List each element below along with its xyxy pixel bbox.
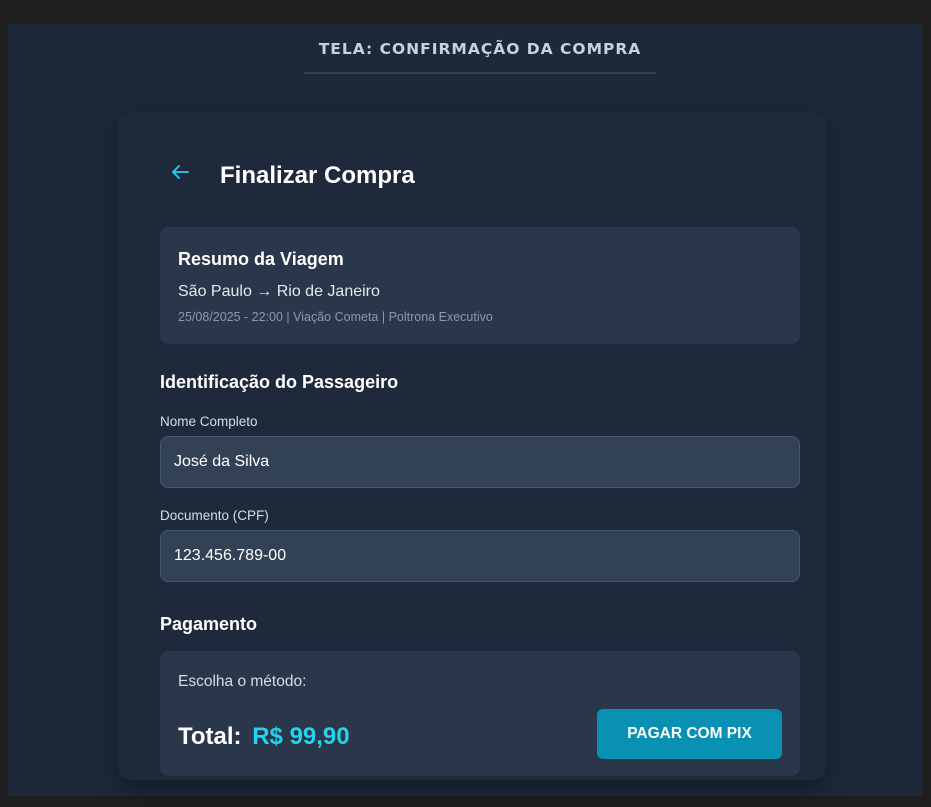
trip-summary-panel: Resumo da Viagem São Paulo → Rio de Jane… [160,227,800,344]
pay-with-pix-button[interactable]: PAGAR COM PIX [597,709,782,759]
payment-section-title: Pagamento [160,614,258,634]
arrow-left-icon[interactable] [168,160,192,184]
screen-title: TELA: CONFIRMAÇÃO DA COMPRA [304,38,656,74]
screen-frame: TELA: CONFIRMAÇÃO DA COMPRA Finalizar Co… [8,24,922,796]
document-label: Documento (CPF) [160,508,269,523]
total: Total: R$ 99,90 [178,723,350,751]
payment-method-label: Escolha o método: [178,673,307,690]
document-field[interactable]: 123.456.789-00 [160,530,800,582]
payment-panel: Escolha o método: Total: R$ 99,90 PAGAR … [160,651,800,776]
name-field[interactable]: José da Silva [160,436,800,488]
total-value: R$ 99,90 [252,723,350,750]
name-label: Nome Completo [160,414,258,429]
passenger-section-title: Identificação do Passageiro [160,372,399,392]
total-label: Total: [178,723,242,750]
checkout-card: Finalizar Compra Resumo da Viagem São Pa… [118,112,826,780]
trip-details: 25/08/2025 - 22:00 | Viação Cometa | Pol… [178,310,493,324]
trip-summary-heading: Resumo da Viagem [178,249,344,269]
trip-route: São Paulo → Rio de Janeiro [178,283,380,300]
page-title: Finalizar Compra [220,162,415,189]
